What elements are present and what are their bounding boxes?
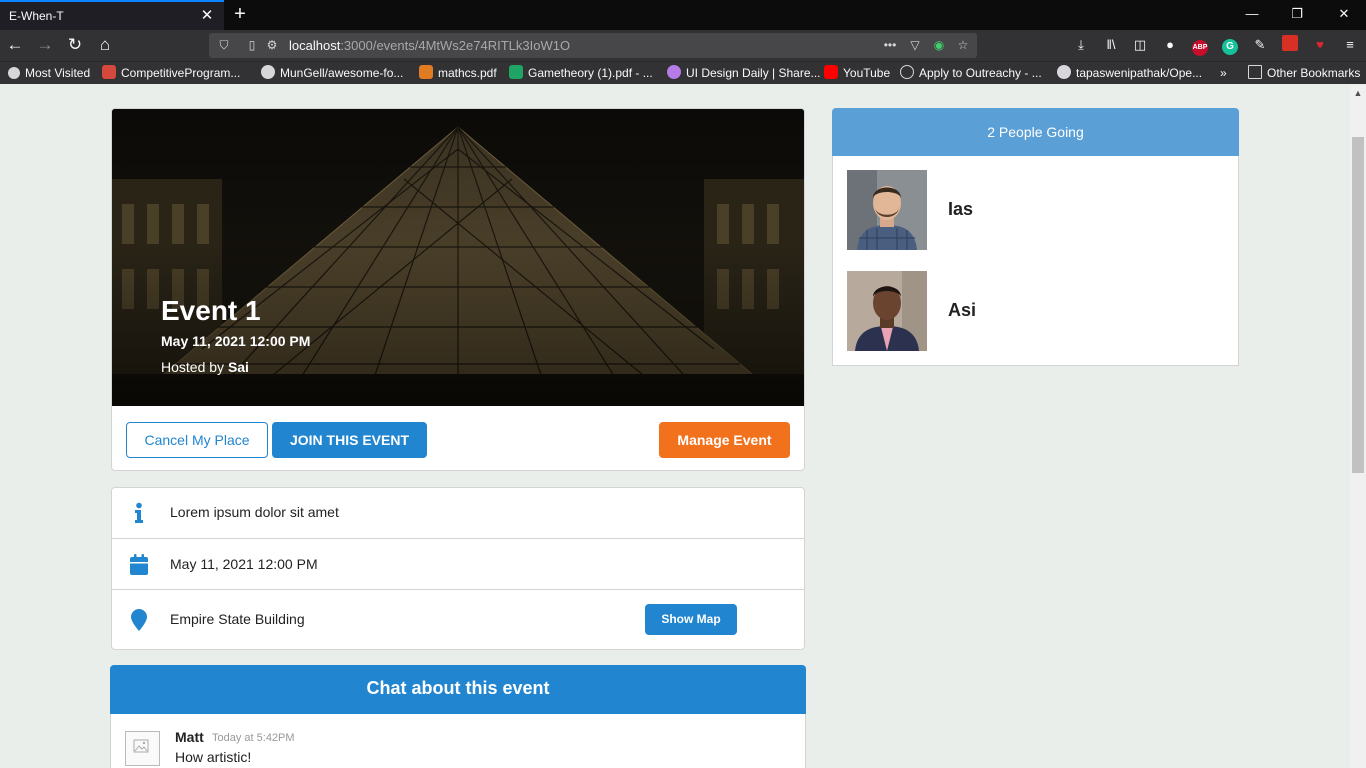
show-map-button[interactable]: Show Map bbox=[645, 604, 737, 635]
manage-event-button[interactable]: Manage Event bbox=[659, 422, 790, 458]
forward-icon[interactable]: → bbox=[34, 34, 56, 56]
attendee-name[interactable]: Asi bbox=[948, 300, 976, 321]
info-row-date: May 11, 2021 12:00 PM bbox=[112, 539, 804, 590]
chat-message-text: How artistic! bbox=[175, 749, 252, 765]
restore-icon[interactable]: ❐ bbox=[1285, 4, 1309, 24]
join-event-button[interactable]: JOIN THIS EVENT bbox=[272, 422, 427, 458]
permissions-icon[interactable]: ⚙ bbox=[263, 36, 281, 54]
folder-icon bbox=[1248, 65, 1262, 79]
url-bar[interactable]: ⛉ ▯ ⚙ localhost:3000/events/4MtWs2e74RIT… bbox=[209, 33, 977, 58]
attendees-count: 2 People Going bbox=[987, 124, 1084, 140]
url-host: localhost bbox=[289, 38, 341, 53]
github-icon bbox=[1057, 65, 1071, 79]
reload-icon[interactable]: ↻ bbox=[64, 34, 86, 56]
bookmarks-toolbar: Most Visited CompetitiveProgram... MunGe… bbox=[0, 61, 1366, 84]
chat-header: Chat about this event bbox=[110, 665, 806, 714]
back-icon[interactable]: ← bbox=[4, 34, 26, 56]
adblock-icon[interactable]: ABP bbox=[1190, 35, 1210, 56]
hosted-by-label: Hosted by bbox=[161, 359, 225, 375]
map-marker-icon bbox=[131, 609, 147, 631]
bookmark-ui-design[interactable]: UI Design Daily | Share... bbox=[667, 65, 821, 82]
home-icon[interactable]: ⌂ bbox=[94, 34, 116, 56]
new-tab-icon[interactable]: + bbox=[229, 3, 251, 25]
bookmark-tapaswenipathak[interactable]: tapaswenipathak/Ope... bbox=[1057, 65, 1202, 82]
university-icon bbox=[419, 65, 433, 79]
bookmark-outreachy[interactable]: Apply to Outreachy - ... bbox=[900, 65, 1042, 82]
close-tab-icon[interactable]: ✕ bbox=[197, 6, 217, 26]
url-text[interactable]: localhost:3000/events/4MtWs2e74RITLk3IoW… bbox=[289, 38, 570, 53]
library-icon[interactable]: ‖\ bbox=[1101, 35, 1121, 55]
info-date: May 11, 2021 12:00 PM bbox=[170, 556, 318, 572]
event-venue: Empire State Building bbox=[170, 611, 305, 627]
bookmark-mungell[interactable]: MunGell/awesome-fo... bbox=[261, 65, 403, 82]
scrollbar-thumb[interactable] bbox=[1352, 137, 1364, 473]
chat-timestamp: Today at 5:42PM bbox=[212, 732, 295, 744]
navigation-toolbar: ← → ↻ ⌂ ⛉ ▯ ⚙ localhost:3000/events/4MtW… bbox=[0, 30, 1366, 61]
menu-icon[interactable]: ≡ bbox=[1340, 35, 1360, 55]
bookmark-youtube[interactable]: YouTube bbox=[824, 65, 890, 82]
info-icon bbox=[135, 502, 143, 523]
downloads-icon[interactable]: ⤓ bbox=[1071, 35, 1091, 55]
sidebar-icon[interactable]: ◫ bbox=[1130, 35, 1150, 55]
screenshot-extension-icon[interactable] bbox=[1280, 35, 1300, 55]
event-title: Event 1 bbox=[161, 295, 261, 326]
ui-design-icon bbox=[667, 65, 681, 79]
minimize-icon[interactable]: — bbox=[1240, 4, 1264, 24]
attendee-photo[interactable] bbox=[847, 271, 927, 351]
pen-extension-icon[interactable]: ✎ bbox=[1250, 35, 1270, 55]
attendees-list: Ias Asi bbox=[832, 156, 1239, 366]
info-row-description: Lorem ipsum dolor sit amet bbox=[112, 488, 804, 539]
tab-strip: E-When-T ✕ + — ❐ ✕ bbox=[0, 0, 1366, 30]
bookmark-other[interactable]: Other Bookmarks bbox=[1248, 65, 1360, 82]
attendee-name[interactable]: Ias bbox=[948, 199, 973, 220]
scroll-up-icon[interactable]: ▲ bbox=[1350, 85, 1366, 101]
info-row-venue: Empire State Building Show Map bbox=[112, 590, 804, 649]
chat-body: Matt Today at 5:42PM How artistic! bbox=[110, 714, 806, 768]
more-bookmarks-icon[interactable]: » bbox=[1220, 65, 1227, 82]
event-header-card: Event 1 May 11, 2021 12:00 PM Hosted by … bbox=[111, 108, 805, 471]
gear-icon bbox=[8, 67, 20, 79]
pocket-icon[interactable]: ▽ bbox=[906, 36, 924, 54]
shield-icon[interactable]: ⛉ bbox=[215, 36, 233, 54]
drive-icon bbox=[509, 65, 523, 79]
active-tab[interactable]: E-When-T ✕ bbox=[0, 0, 224, 30]
shield-extension-icon[interactable]: ♥ bbox=[1310, 35, 1330, 55]
bookmark-competitive[interactable]: CompetitiveProgram... bbox=[102, 65, 240, 82]
event-date: May 11, 2021 12:00 PM bbox=[161, 333, 311, 349]
event-description: Lorem ipsum dolor sit amet bbox=[170, 504, 339, 520]
globe-icon bbox=[900, 65, 914, 79]
url-path: :3000/events/4MtWs2e74RITLk3IoW1O bbox=[340, 38, 571, 53]
bookmark-mathcs[interactable]: mathcs.pdf bbox=[419, 65, 497, 82]
youtube-icon bbox=[824, 65, 838, 79]
event-info-card: Lorem ipsum dolor sit amet May 11, 2021 … bbox=[111, 487, 805, 650]
calendar-icon bbox=[130, 554, 148, 575]
chat-author[interactable]: Matt bbox=[175, 729, 204, 745]
bookmark-gametheory[interactable]: Gametheory (1).pdf - ... bbox=[509, 65, 653, 82]
pdf-icon bbox=[102, 65, 116, 79]
tab-title: E-When-T bbox=[9, 9, 64, 23]
attendee-photo[interactable] bbox=[847, 170, 927, 250]
bookmark-most-visited[interactable]: Most Visited bbox=[8, 65, 90, 82]
extension-icon[interactable]: ◉ bbox=[930, 36, 948, 54]
chat-title: Chat about this event bbox=[366, 678, 550, 698]
cancel-my-place-button[interactable]: Cancel My Place bbox=[126, 422, 268, 458]
attendees-header: 2 People Going bbox=[832, 108, 1239, 156]
account-icon[interactable]: ● bbox=[1160, 35, 1180, 55]
page-content: Event 1 May 11, 2021 12:00 PM Hosted by … bbox=[0, 85, 1350, 768]
github-icon bbox=[261, 65, 275, 79]
close-window-icon[interactable]: ✕ bbox=[1332, 4, 1356, 24]
chat-avatar-image-icon bbox=[125, 731, 160, 766]
host-name: Sai bbox=[227, 359, 249, 375]
bookmark-star-icon[interactable]: ☆ bbox=[954, 36, 972, 54]
event-host: Hosted by Sai bbox=[161, 359, 249, 375]
page-scrollbar[interactable]: ▲ bbox=[1350, 85, 1366, 768]
page-icon[interactable]: ▯ bbox=[243, 36, 261, 54]
page-actions-icon[interactable]: ••• bbox=[881, 36, 899, 54]
grammarly-icon[interactable]: G bbox=[1220, 35, 1240, 55]
